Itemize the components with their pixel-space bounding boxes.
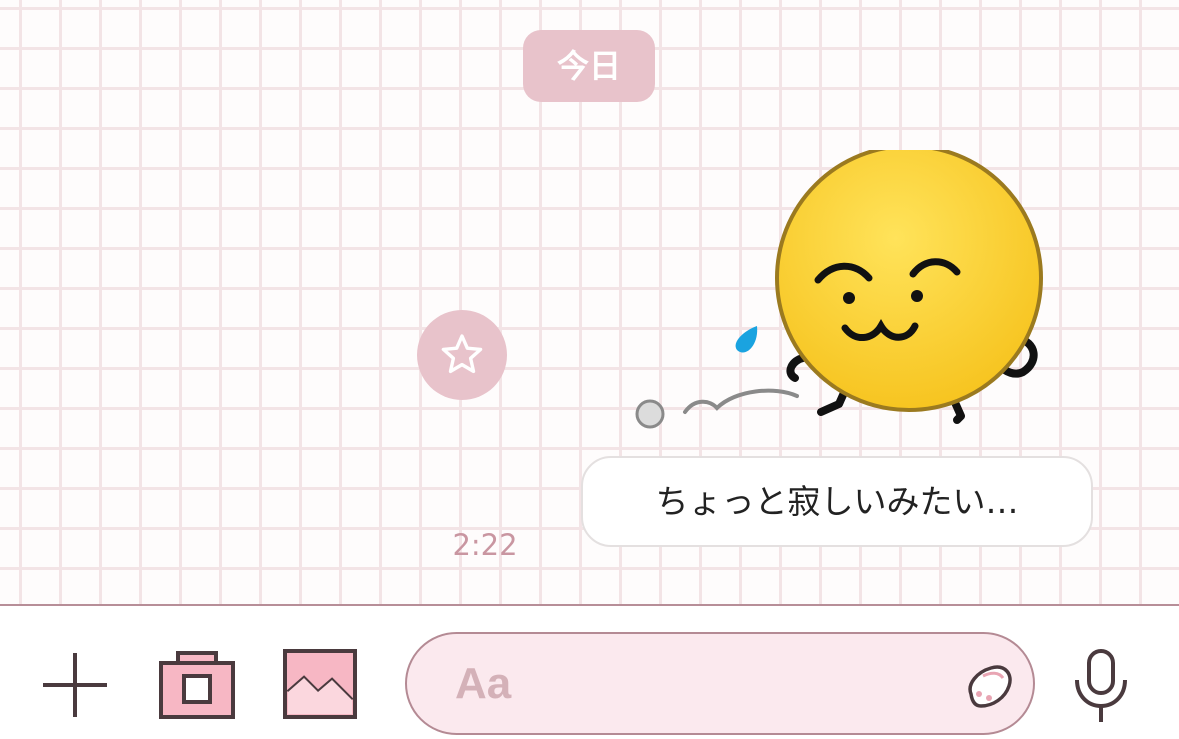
star-icon: [441, 334, 483, 374]
emoji-icon[interactable]: [963, 664, 1015, 710]
input-bar: Aa: [0, 604, 1179, 739]
input-placeholder: Aa: [455, 659, 512, 708]
message-input[interactable]: Aa: [405, 632, 1035, 735]
date-separator: 今日: [523, 30, 655, 102]
message-timestamp: 2:22: [452, 528, 518, 562]
chat-area[interactable]: 今日 ちょっと寂しいみたい… 2:22: [0, 0, 1179, 605]
message-bubble[interactable]: ちょっと寂しいみたい…: [581, 456, 1093, 547]
image-icon[interactable]: [282, 648, 358, 720]
microphone-icon[interactable]: [1070, 648, 1132, 724]
emoji-sticker[interactable]: [625, 150, 1055, 440]
plus-icon[interactable]: [40, 650, 110, 720]
camera-icon[interactable]: [158, 650, 236, 720]
favorite-sticker-button[interactable]: [417, 310, 507, 400]
